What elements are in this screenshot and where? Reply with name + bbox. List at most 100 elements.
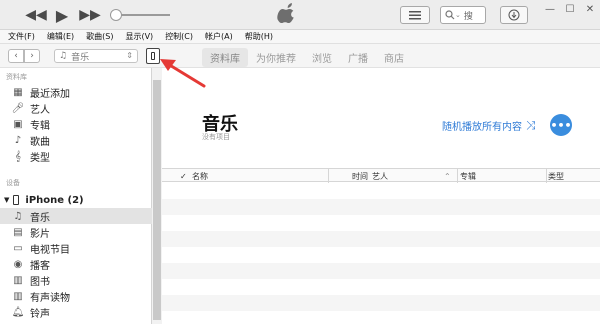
column-divider[interactable] bbox=[457, 169, 458, 183]
tv-icon: ▭ bbox=[13, 242, 23, 254]
menu-song[interactable]: 歌曲(S) bbox=[86, 31, 113, 42]
download-icon bbox=[508, 9, 520, 21]
table-row bbox=[162, 183, 600, 199]
table-row bbox=[162, 215, 600, 231]
media-type-select[interactable]: ♫ 音乐 ⇕ bbox=[54, 49, 138, 63]
player-bar: ◀◀ ▶ ▶▶ ⌄ 搜 — ☐ ✕ bbox=[0, 0, 600, 30]
sidebar-item-songs[interactable]: ♪ 歌曲 bbox=[0, 132, 152, 148]
list-icon bbox=[409, 10, 421, 19]
microphone-icon: 🎤︎ bbox=[11, 102, 25, 114]
shuffle-label: 随机播放所有内容 bbox=[442, 122, 522, 133]
search-placeholder: 搜 bbox=[463, 11, 473, 22]
table-row bbox=[162, 199, 600, 215]
sidebar-item-device-books[interactable]: ▥ 图书 bbox=[0, 272, 152, 288]
grid-icon: ▦ bbox=[13, 86, 23, 98]
chevron-right-icon: › bbox=[30, 51, 34, 61]
table-row bbox=[162, 231, 600, 247]
play-icon[interactable]: ▶ bbox=[52, 6, 72, 25]
volume-knob[interactable] bbox=[110, 9, 122, 21]
sidebar-item-label: 歌曲 bbox=[30, 136, 50, 148]
table-row bbox=[162, 279, 600, 295]
table-row bbox=[162, 263, 600, 279]
sidebar-item-recently-added[interactable]: ▦ 最近添加 bbox=[0, 84, 152, 100]
sidebar-item-label: 图书 bbox=[30, 276, 50, 288]
tab-for-you[interactable]: 为你推荐 bbox=[248, 48, 304, 67]
sidebar-item-albums[interactable]: ▣ 专辑 bbox=[0, 116, 152, 132]
sidebar-item-label: 类型 bbox=[30, 152, 50, 164]
devices-section-header: 设备 bbox=[6, 179, 20, 187]
tab-store[interactable]: 商店 bbox=[376, 48, 412, 67]
chevron-down-icon: ⌄ bbox=[455, 11, 461, 19]
media-select-value: 音乐 bbox=[71, 52, 90, 63]
chevron-left-icon: ‹ bbox=[14, 51, 18, 61]
library-tabs: 资料库 为你推荐 浏览 广播 商店 bbox=[202, 48, 412, 67]
sidebar-item-label: 音乐 bbox=[30, 212, 50, 224]
menu-account[interactable]: 帐户(A) bbox=[205, 31, 233, 42]
sidebar-item-label: 最近添加 bbox=[30, 88, 70, 100]
table-row bbox=[162, 311, 600, 324]
shuffle-icon: ⤨ bbox=[526, 118, 536, 132]
artist-column-header[interactable]: 艺人 bbox=[372, 170, 388, 182]
iphone-icon bbox=[13, 195, 20, 205]
sidebar-scrollbar-thumb[interactable] bbox=[153, 80, 161, 320]
page-subtitle: 没有项目 bbox=[202, 133, 230, 141]
menu-controls[interactable]: 控制(C) bbox=[165, 31, 193, 42]
sidebar-item-device-tv-shows[interactable]: ▭ 电视节目 bbox=[0, 240, 152, 256]
time-column-header[interactable]: 时间 bbox=[352, 170, 368, 182]
sidebar-item-device-audiobooks[interactable]: ▥ 有声读物 bbox=[0, 288, 152, 304]
tab-browse[interactable]: 浏览 bbox=[304, 48, 340, 67]
shuffle-all-link[interactable]: 随机播放所有内容 ⤨ bbox=[442, 118, 536, 133]
minimize-icon[interactable]: — bbox=[540, 0, 560, 18]
menu-file[interactable]: 文件(F) bbox=[8, 31, 35, 42]
genre-column-header[interactable]: 类型 bbox=[548, 170, 564, 182]
sidebar-item-label: 艺人 bbox=[30, 104, 50, 116]
more-icon: ••• bbox=[550, 118, 572, 132]
fast-forward-icon[interactable]: ▶▶ bbox=[79, 6, 101, 24]
more-options-button[interactable]: ••• bbox=[550, 114, 572, 136]
menu-help[interactable]: 帮助(H) bbox=[245, 31, 273, 42]
sidebar: 资料库 ▦ 最近添加 🎤︎ 艺人 ▣ 专辑 ♪ 歌曲 𝄞 类型 设备 ▼ iPh… bbox=[0, 68, 152, 324]
music-note-icon: ♫ bbox=[13, 210, 23, 222]
sidebar-item-label: 电视节目 bbox=[30, 244, 70, 256]
music-note-icon: ♫ bbox=[59, 51, 68, 61]
column-divider[interactable] bbox=[546, 169, 547, 183]
iphone-icon bbox=[151, 52, 155, 60]
menu-edit[interactable]: 编辑(E) bbox=[47, 31, 74, 42]
maximize-icon[interactable]: ☐ bbox=[560, 0, 580, 18]
check-column-header[interactable]: ✓ bbox=[180, 170, 187, 182]
menu-view[interactable]: 显示(V) bbox=[125, 31, 153, 42]
album-column-header[interactable]: 专辑 bbox=[460, 170, 476, 182]
table-header: ✓ 名称 时间 艺人 ⌃ 专辑 类型 bbox=[162, 168, 600, 183]
search-input[interactable]: ⌄ 搜 bbox=[440, 6, 486, 24]
menu-bar: 文件(F) 编辑(E) 歌曲(S) 显示(V) 控制(C) 帐户(A) 帮助(H… bbox=[0, 30, 600, 44]
sidebar-item-device-movies[interactable]: ▤ 影片 bbox=[0, 224, 152, 240]
sidebar-item-label: 影片 bbox=[30, 228, 50, 240]
name-column-header[interactable]: 名称 bbox=[192, 170, 208, 182]
download-button[interactable] bbox=[500, 6, 528, 24]
sidebar-item-device-podcasts[interactable]: ◉ 播客 bbox=[0, 256, 152, 272]
updown-chevron-icon: ⇕ bbox=[126, 51, 133, 60]
forward-button[interactable]: › bbox=[24, 49, 40, 63]
device-name: iPhone (2) bbox=[25, 194, 84, 206]
disclosure-triangle-icon[interactable]: ▼ bbox=[4, 196, 9, 204]
audiobook-icon: ▥ bbox=[13, 290, 23, 302]
sort-indicator-icon: ⌃ bbox=[444, 171, 451, 181]
tab-library[interactable]: 资料库 bbox=[202, 48, 248, 67]
sidebar-item-genres[interactable]: 𝄞 类型 bbox=[0, 148, 152, 164]
sidebar-item-label: 播客 bbox=[30, 260, 50, 272]
rewind-icon[interactable]: ◀◀ bbox=[25, 6, 47, 24]
sidebar-item-label: 铃声 bbox=[30, 308, 50, 320]
sidebar-item-device-music[interactable]: ♫ 音乐 bbox=[0, 208, 152, 224]
back-button[interactable]: ‹ bbox=[8, 49, 24, 63]
sidebar-item-artists[interactable]: 🎤︎ 艺人 bbox=[0, 100, 152, 116]
sidebar-device-iphone[interactable]: ▼ iPhone (2) bbox=[0, 192, 152, 208]
column-divider[interactable] bbox=[328, 169, 329, 183]
list-view-button[interactable] bbox=[400, 6, 430, 24]
close-icon[interactable]: ✕ bbox=[580, 0, 600, 18]
search-icon bbox=[445, 10, 455, 20]
sidebar-item-device-ringtones[interactable]: 🔔︎ 铃声 bbox=[0, 304, 152, 320]
table-row bbox=[162, 295, 600, 311]
album-icon: ▣ bbox=[13, 118, 23, 130]
tab-radio[interactable]: 广播 bbox=[340, 48, 376, 67]
annotation-arrow bbox=[160, 59, 206, 88]
